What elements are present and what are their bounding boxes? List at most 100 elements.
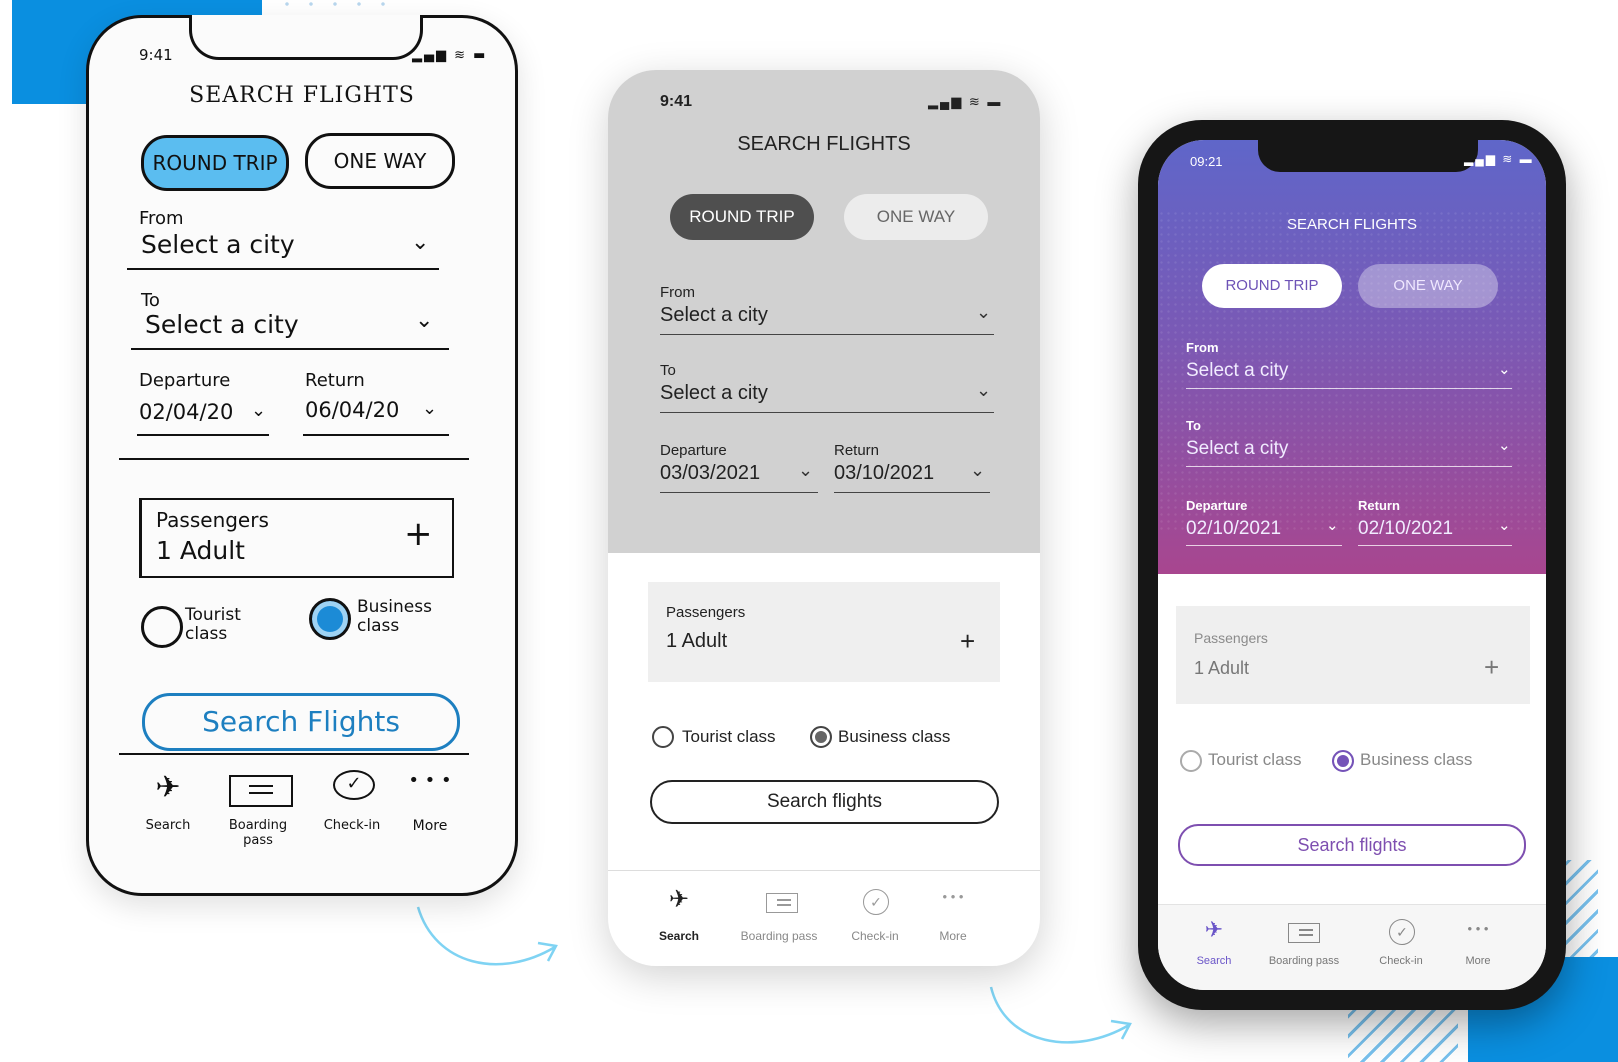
round-trip-button[interactable]: ROUND TRIP <box>1202 264 1342 308</box>
bottom-nav: ✈ Search Boarding pass ✓ Check-in • • • … <box>608 870 1040 966</box>
passengers-box[interactable]: Passengers 1 Adult + <box>139 498 454 578</box>
to-select[interactable]: Select a city <box>145 310 299 339</box>
status-time: 09:21 <box>1190 154 1223 169</box>
departure-underline <box>1186 545 1342 546</box>
nav-more-label[interactable]: More <box>1438 955 1518 967</box>
return-select[interactable]: 02/10/2021 <box>1358 518 1453 540</box>
passengers-box[interactable]: Passengers 1 Adult + <box>1176 606 1530 704</box>
page-title: SEARCH FLIGHTS <box>737 133 911 155</box>
nav-boarding-pass-label[interactable]: Boarding pass <box>1264 955 1344 967</box>
more-icon[interactable]: • • • <box>908 889 998 904</box>
search-flights-button[interactable]: Search flights <box>650 780 999 824</box>
passengers-value: 1 Adult <box>666 630 728 652</box>
tourist-class-radio[interactable] <box>1180 750 1202 772</box>
more-icon[interactable]: • • • <box>1438 921 1518 936</box>
business-class-radio[interactable] <box>309 598 351 640</box>
tourist-class-radio[interactable] <box>652 726 674 748</box>
nav-check-in-label[interactable]: Check-in <box>1361 955 1441 967</box>
chevron-down-icon[interactable]: ⌄ <box>976 380 991 401</box>
return-underline <box>303 434 449 436</box>
passengers-box[interactable]: Passengers 1 Adult + <box>648 582 1000 682</box>
tourist-class-label: Tourist class <box>1208 750 1302 769</box>
boarding-pass-icon[interactable] <box>1288 923 1320 943</box>
nav-more-label[interactable]: More <box>908 929 998 943</box>
from-underline <box>1186 388 1512 389</box>
passengers-value: 1 Adult <box>1194 658 1250 678</box>
one-way-button[interactable]: ONE WAY <box>1358 264 1498 308</box>
status-icons: ▂▄▆ ≋ ▬ <box>928 94 1003 109</box>
from-label: From <box>660 284 695 301</box>
chevron-down-icon[interactable]: ⌄ <box>411 230 429 255</box>
to-underline <box>1186 466 1512 467</box>
one-way-button[interactable]: ONE WAY <box>844 194 988 240</box>
chevron-down-icon[interactable]: ⌄ <box>798 460 813 481</box>
passengers-label: Passengers <box>156 508 269 532</box>
departure-label: Departure <box>139 370 231 391</box>
chevron-down-icon[interactable]: ⌄ <box>1498 360 1511 378</box>
from-underline <box>660 334 994 335</box>
plus-icon[interactable]: + <box>404 514 433 554</box>
plus-icon[interactable]: + <box>1484 652 1499 683</box>
business-class-label: Business class <box>357 597 432 636</box>
return-select[interactable]: 03/10/2021 <box>834 462 934 485</box>
sketch-phone: 9:41 ▂▄▆ ≋ ▬ SEARCH FLIGHTS ROUND TRIP O… <box>86 15 518 896</box>
nav-check-in-label[interactable]: Check-in <box>830 929 920 943</box>
chevron-down-icon[interactable]: ⌄ <box>251 400 266 421</box>
check-icon[interactable]: ✓ <box>863 889 889 915</box>
plane-icon[interactable]: ✈ <box>1174 917 1254 943</box>
status-icons: ▂▄▆ ≋ ▬ <box>1464 152 1534 166</box>
from-select[interactable]: Select a city <box>141 230 295 259</box>
decor-dots <box>275 0 405 8</box>
boarding-pass-icon[interactable] <box>766 893 798 913</box>
tourist-class-label: Tourist class <box>682 727 776 746</box>
nav-search-label[interactable]: Search <box>123 818 213 833</box>
chevron-down-icon[interactable]: ⌄ <box>1498 516 1511 534</box>
chevron-down-icon[interactable]: ⌄ <box>976 302 991 323</box>
search-flights-button[interactable]: Search flights <box>1178 824 1526 866</box>
business-class-radio[interactable] <box>810 726 832 748</box>
nav-search-label[interactable]: Search <box>634 929 724 943</box>
nav-more-label[interactable]: More <box>385 818 475 834</box>
nav-boarding-pass-label[interactable]: Boarding pass <box>734 929 824 943</box>
round-trip-button[interactable]: ROUND TRIP <box>141 135 289 191</box>
plus-icon[interactable]: + <box>960 626 975 657</box>
more-icon[interactable]: • • • <box>385 770 475 791</box>
chevron-down-icon[interactable]: ⌄ <box>1498 436 1511 454</box>
return-select[interactable]: 06/04/20 <box>305 398 399 422</box>
to-underline <box>660 412 994 413</box>
chevron-down-icon[interactable]: ⌄ <box>415 308 433 333</box>
boarding-pass-icon[interactable] <box>229 775 293 807</box>
tourist-class-radio[interactable] <box>141 606 183 648</box>
chevron-down-icon[interactable]: ⌄ <box>422 398 437 419</box>
notch <box>1258 140 1478 172</box>
chevron-down-icon[interactable]: ⌄ <box>970 460 985 481</box>
return-underline <box>1358 545 1512 546</box>
nav-search-label[interactable]: Search <box>1174 955 1254 967</box>
to-select[interactable]: Select a city <box>660 382 768 405</box>
page-title: SEARCH FLIGHTS <box>189 83 415 108</box>
plane-icon[interactable]: ✈ <box>634 885 724 914</box>
check-icon[interactable]: ✓ <box>1389 919 1415 945</box>
nav-check-in-label[interactable]: Check-in <box>307 818 397 833</box>
from-label: From <box>1186 340 1219 355</box>
search-flights-button[interactable]: Search Flights <box>142 693 460 751</box>
passengers-value: 1 Adult <box>156 536 245 565</box>
passengers-label: Passengers <box>1194 630 1268 646</box>
one-way-button[interactable]: ONE WAY <box>305 133 455 189</box>
return-label: Return <box>834 442 880 459</box>
chevron-down-icon[interactable]: ⌄ <box>1326 516 1339 534</box>
departure-select[interactable]: 02/04/20 <box>139 400 233 424</box>
from-select[interactable]: Select a city <box>660 304 768 327</box>
nav-divider <box>119 753 469 755</box>
to-select[interactable]: Select a city <box>1186 438 1288 460</box>
round-trip-button[interactable]: ROUND TRIP <box>670 194 814 240</box>
departure-label: Departure <box>1186 498 1248 513</box>
departure-select[interactable]: 02/10/2021 <box>1186 518 1281 540</box>
check-icon[interactable]: ✓ <box>333 770 375 800</box>
from-select[interactable]: Select a city <box>1186 360 1288 382</box>
from-underline <box>127 268 439 270</box>
business-class-radio[interactable] <box>1332 750 1354 772</box>
nav-boarding-pass-label[interactable]: Boarding pass <box>213 818 303 848</box>
plane-icon[interactable]: ✈ <box>123 770 213 805</box>
departure-select[interactable]: 03/03/2021 <box>660 462 760 485</box>
